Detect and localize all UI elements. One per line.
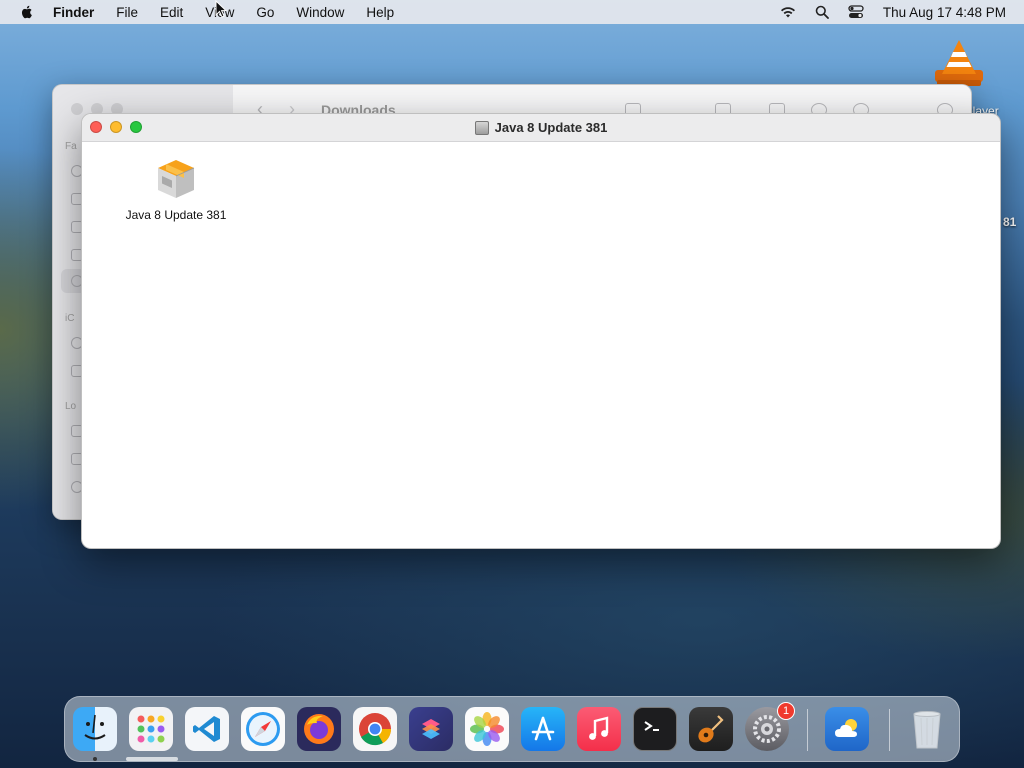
weather-icon[interactable] xyxy=(825,707,869,751)
vlc-desktop-icon[interactable] xyxy=(932,36,986,90)
photos-icon[interactable] xyxy=(465,707,509,751)
system-preferences-badge: 1 xyxy=(777,702,795,720)
control-center-icon[interactable] xyxy=(847,4,865,20)
firefox-icon[interactable] xyxy=(297,707,341,751)
finder-running-indicator xyxy=(93,757,97,761)
menu-bar: Finder File Edit View Go Window Help Thu… xyxy=(0,0,1024,24)
window-title-text: Java 8 Update 381 xyxy=(494,120,608,135)
mouse-cursor-icon xyxy=(215,0,227,18)
package-installer-icon[interactable] xyxy=(152,154,200,202)
package-label: Java 8 Update 381 xyxy=(125,208,227,222)
system-preferences-icon[interactable]: 1 xyxy=(745,702,795,751)
menu-edit[interactable]: Edit xyxy=(160,5,183,20)
menu-app-finder[interactable]: Finder xyxy=(53,5,94,20)
apple-menu-icon[interactable] xyxy=(19,4,35,20)
music-icon[interactable] xyxy=(577,707,621,751)
garageband-icon[interactable] xyxy=(689,707,733,751)
menu-window[interactable]: Window xyxy=(296,5,344,20)
app-store-icon[interactable] xyxy=(521,707,565,751)
menu-go[interactable]: Go xyxy=(256,5,274,20)
menu-clock[interactable]: Thu Aug 17 4:48 PM xyxy=(883,5,1006,20)
desktop-partial-label: 81 xyxy=(1003,215,1017,229)
wifi-icon[interactable] xyxy=(779,4,797,20)
terminal-icon[interactable] xyxy=(633,707,677,751)
launchpad-icon[interactable] xyxy=(129,707,173,751)
sidebar-header-favorites: Fa xyxy=(65,141,77,152)
spotlight-search-icon[interactable] xyxy=(813,4,831,20)
menu-extras: Thu Aug 17 4:48 PM xyxy=(779,0,1024,24)
chrome-icon[interactable] xyxy=(353,707,397,751)
dock-separator-2 xyxy=(889,709,890,751)
dock-scroll-indicator xyxy=(126,757,178,761)
java-installer-window[interactable]: Java 8 Update 381 Java 8 Update 381 xyxy=(81,113,1001,549)
safari-icon[interactable] xyxy=(241,707,285,751)
window-title: Java 8 Update 381 xyxy=(82,120,1000,135)
disk-image-icon xyxy=(474,120,489,135)
sidebar-header-icloud: iC xyxy=(65,313,75,324)
trash-icon[interactable] xyxy=(905,707,949,751)
finder-icon[interactable] xyxy=(73,707,117,751)
java-package-item[interactable]: Java 8 Update 381 xyxy=(118,154,234,222)
dock: 1 xyxy=(64,696,960,762)
shortcuts-icon[interactable] xyxy=(409,707,453,751)
menu-help[interactable]: Help xyxy=(366,5,394,20)
menu-file[interactable]: File xyxy=(116,5,138,20)
dock-separator xyxy=(807,709,808,751)
sidebar-header-locations: Lo xyxy=(65,401,77,412)
vscode-icon[interactable] xyxy=(185,707,229,751)
window-titlebar[interactable]: Java 8 Update 381 xyxy=(82,114,1000,142)
